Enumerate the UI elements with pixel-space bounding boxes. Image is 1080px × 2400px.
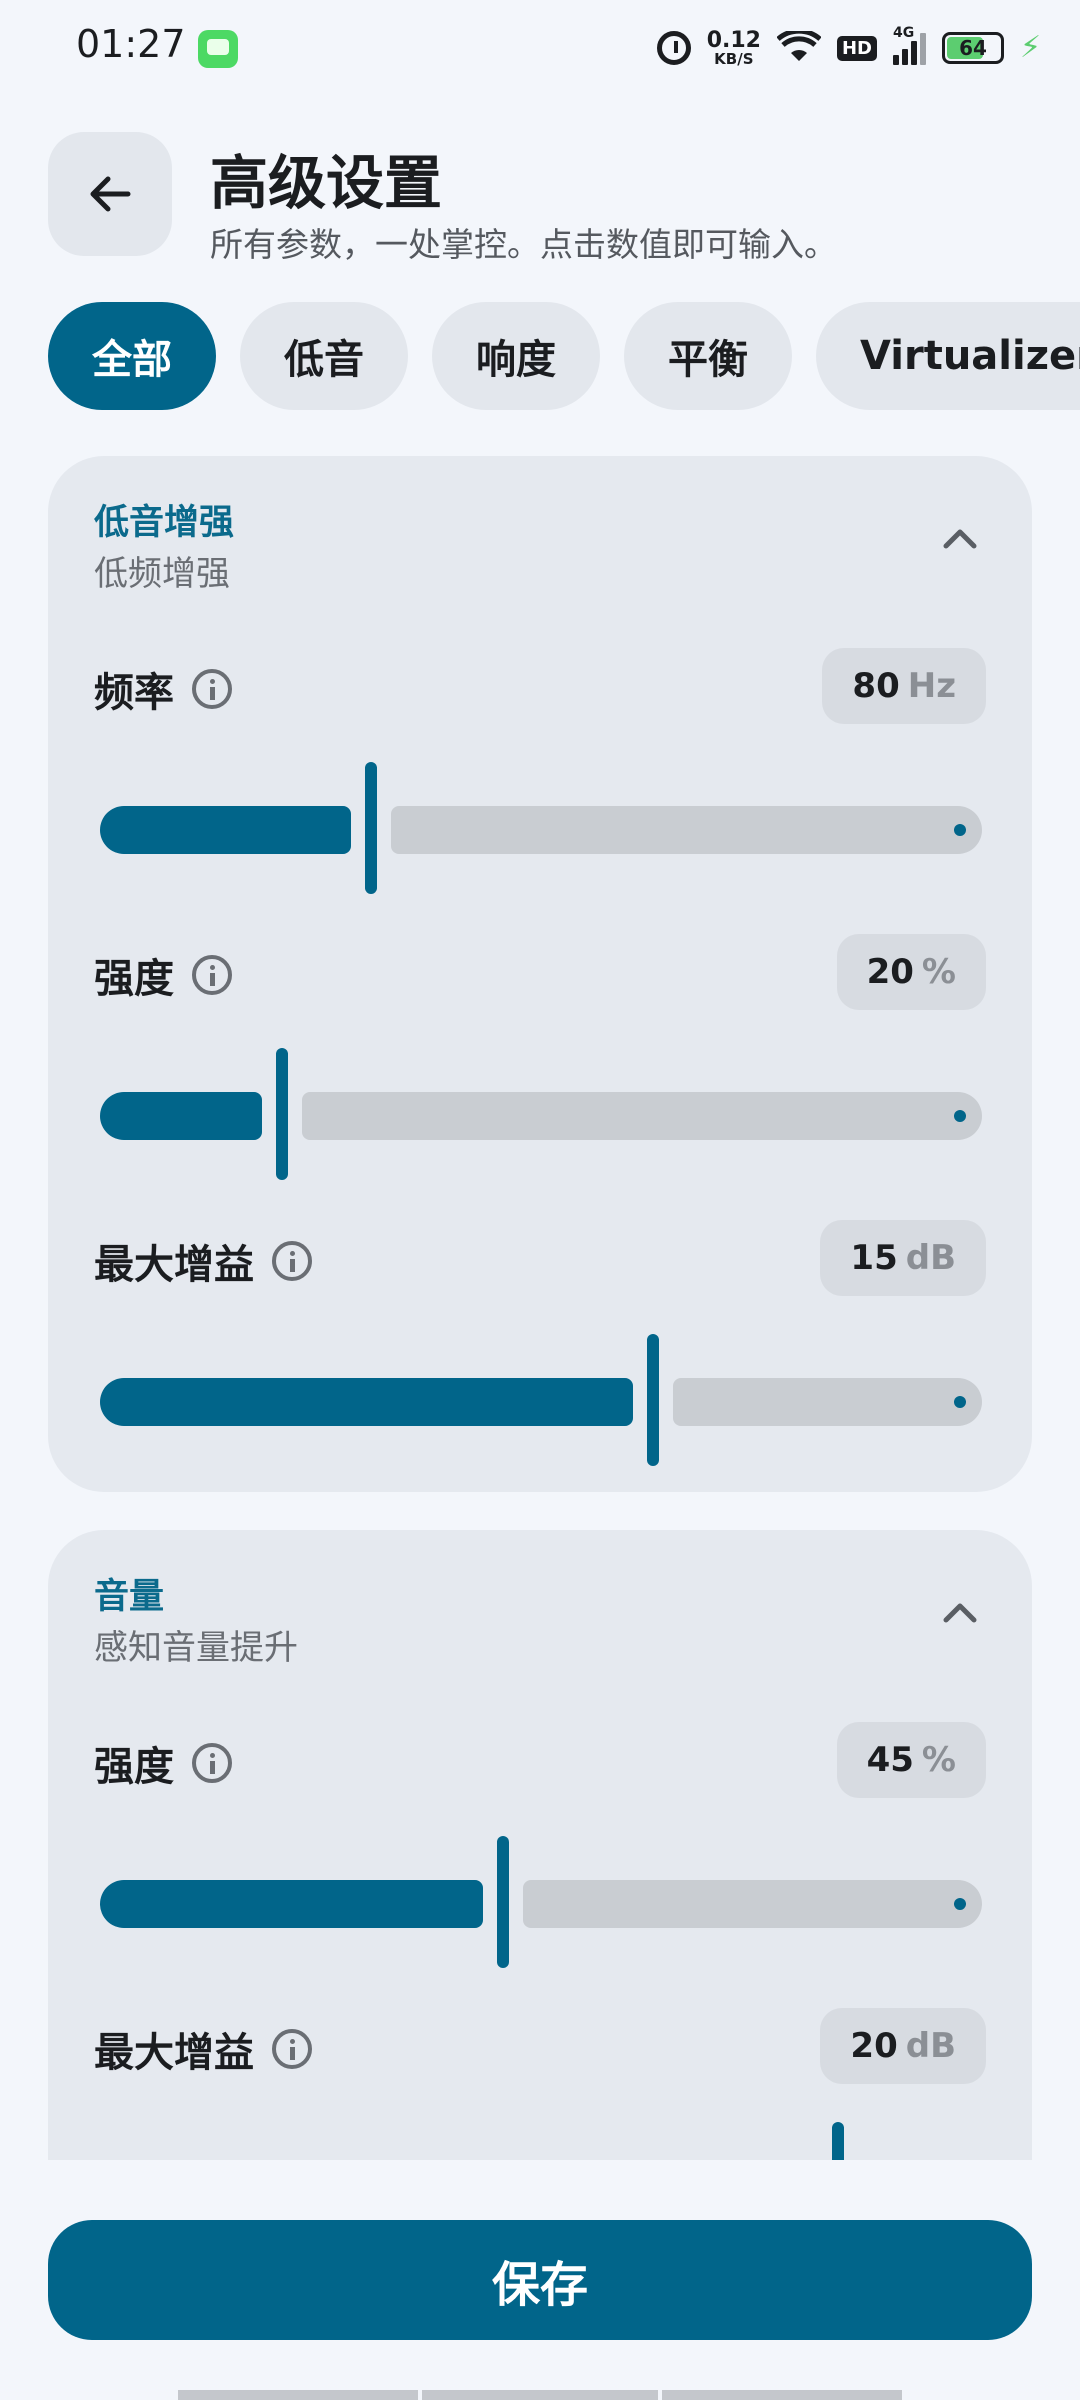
tab-loudness[interactable]: 响度	[432, 302, 600, 410]
param-value: 15	[850, 1238, 898, 1278]
save-button[interactable]: 保存	[48, 2220, 1032, 2340]
section-subtitle: 感知音量提升	[94, 1628, 298, 1668]
slider-thumb[interactable]	[497, 1836, 509, 1968]
net-speed: 0.12 KB/S	[706, 27, 761, 68]
info-icon[interactable]	[192, 955, 232, 995]
hd-icon: HD	[836, 35, 877, 61]
slider-end-dot	[954, 1396, 966, 1408]
param-value-button[interactable]: 20%	[836, 934, 986, 1010]
section-title: 音量	[94, 1577, 165, 1617]
loudness-max-gain-slider[interactable]	[100, 2122, 982, 2160]
param-value-button[interactable]: 45%	[836, 1722, 986, 1798]
param-label: 最大增益	[94, 2030, 254, 2076]
battery-icon: 64	[942, 32, 1004, 64]
arrow-left-icon	[90, 176, 131, 212]
settings-scroll-area[interactable]: 低音增强 低频增强 频率 80 Hz 强度 20% 最大增益 15 dB 音量 …	[0, 456, 1080, 2160]
slider-thumb[interactable]	[647, 1334, 659, 1466]
slider-thumb[interactable]	[365, 762, 377, 894]
status-time: 01:27	[76, 22, 186, 66]
charging-icon: ⚡	[1020, 30, 1042, 65]
info-icon[interactable]	[192, 669, 232, 709]
param-unit: %	[921, 1740, 956, 1780]
param-value: 20	[850, 2026, 898, 2066]
param-label: 频率	[94, 670, 174, 716]
param-label: 最大增益	[94, 1242, 254, 1288]
filter-tabs: 全部 低音 响度 平衡 Virtualizer	[48, 302, 1080, 410]
param-value: 80	[852, 666, 900, 706]
section-subtitle: 低频增强	[94, 554, 230, 594]
param-value-button[interactable]: 15 dB	[820, 1220, 986, 1296]
slider-thumb[interactable]	[832, 2122, 844, 2160]
gesture-bar	[662, 2390, 902, 2400]
param-unit: %	[921, 952, 956, 992]
chevron-up-icon[interactable]	[940, 518, 980, 558]
param-max-gain: 最大增益 15 dB	[48, 1210, 1032, 1470]
slider-track	[302, 1092, 982, 1140]
slider-track	[673, 1378, 982, 1426]
slider-end-dot	[954, 824, 966, 836]
battery-level: 64	[959, 36, 987, 60]
slider-track	[523, 1880, 982, 1928]
slider-fill	[100, 806, 351, 854]
strength-slider[interactable]	[100, 1048, 982, 1180]
wifi-icon	[776, 28, 822, 65]
param-value-button[interactable]: 20 dB	[820, 2008, 986, 2084]
gesture-bar	[422, 2390, 658, 2400]
slider-end-dot	[954, 1898, 966, 1910]
max-gain-slider[interactable]	[100, 1334, 982, 1466]
net-speed-value: 0.12	[706, 27, 761, 53]
net-speed-unit: KB/S	[714, 49, 754, 68]
status-icons: 0.12 KB/S HD 4G 64 ⚡	[656, 24, 1042, 72]
page-title: 高级设置	[210, 149, 443, 217]
network-type: 4G	[893, 25, 915, 41]
slider-fill	[100, 1092, 262, 1140]
tab-bass[interactable]: 低音	[240, 302, 408, 410]
info-icon[interactable]	[272, 2029, 312, 2069]
slider-end-dot	[954, 1110, 966, 1122]
section-title: 低音增强	[94, 503, 235, 543]
param-value: 20	[866, 952, 914, 992]
signal-icon: 4G	[893, 25, 926, 65]
bass-boost-card: 低音增强 低频增强 频率 80 Hz 强度 20% 最大增益 15 dB	[48, 456, 1032, 1492]
slider-thumb[interactable]	[276, 1048, 288, 1180]
messages-app-icon	[198, 30, 238, 68]
param-frequency: 频率 80 Hz	[48, 638, 1032, 898]
loudness-card: 音量 感知音量提升 强度 45% 最大增益 20 dB	[48, 1530, 1032, 2160]
param-label: 强度	[94, 1744, 174, 1790]
page-subtitle: 所有参数，一处掌控。点击数值即可输入。	[210, 225, 837, 264]
loudness-strength-slider[interactable]	[100, 1836, 982, 1968]
back-button[interactable]	[48, 132, 172, 256]
param-strength: 强度 45%	[48, 1712, 1032, 1972]
info-icon[interactable]	[272, 1241, 312, 1281]
tab-balance[interactable]: 平衡	[624, 302, 792, 410]
gesture-bar	[178, 2390, 418, 2400]
param-unit: Hz	[907, 666, 956, 706]
param-value: 45	[866, 1740, 914, 1780]
chevron-up-icon[interactable]	[940, 1592, 980, 1632]
param-value-button[interactable]: 80 Hz	[822, 648, 986, 724]
param-strength: 强度 20%	[48, 924, 1032, 1184]
frequency-slider[interactable]	[100, 762, 982, 894]
param-unit: dB	[905, 1238, 956, 1278]
param-label: 强度	[94, 956, 174, 1002]
alarm-icon	[656, 31, 691, 65]
slider-fill	[100, 1880, 483, 1928]
tab-all[interactable]: 全部	[48, 302, 216, 410]
param-max-gain: 最大增益 20 dB	[48, 1998, 1032, 2160]
param-unit: dB	[905, 2026, 956, 2066]
slider-fill	[100, 1378, 633, 1426]
status-bar: 01:27 0.12 KB/S HD 4G 64 ⚡	[0, 0, 1080, 96]
slider-track	[391, 806, 982, 854]
info-icon[interactable]	[192, 1743, 232, 1783]
tab-virtualizer[interactable]: Virtualizer	[816, 302, 1080, 410]
